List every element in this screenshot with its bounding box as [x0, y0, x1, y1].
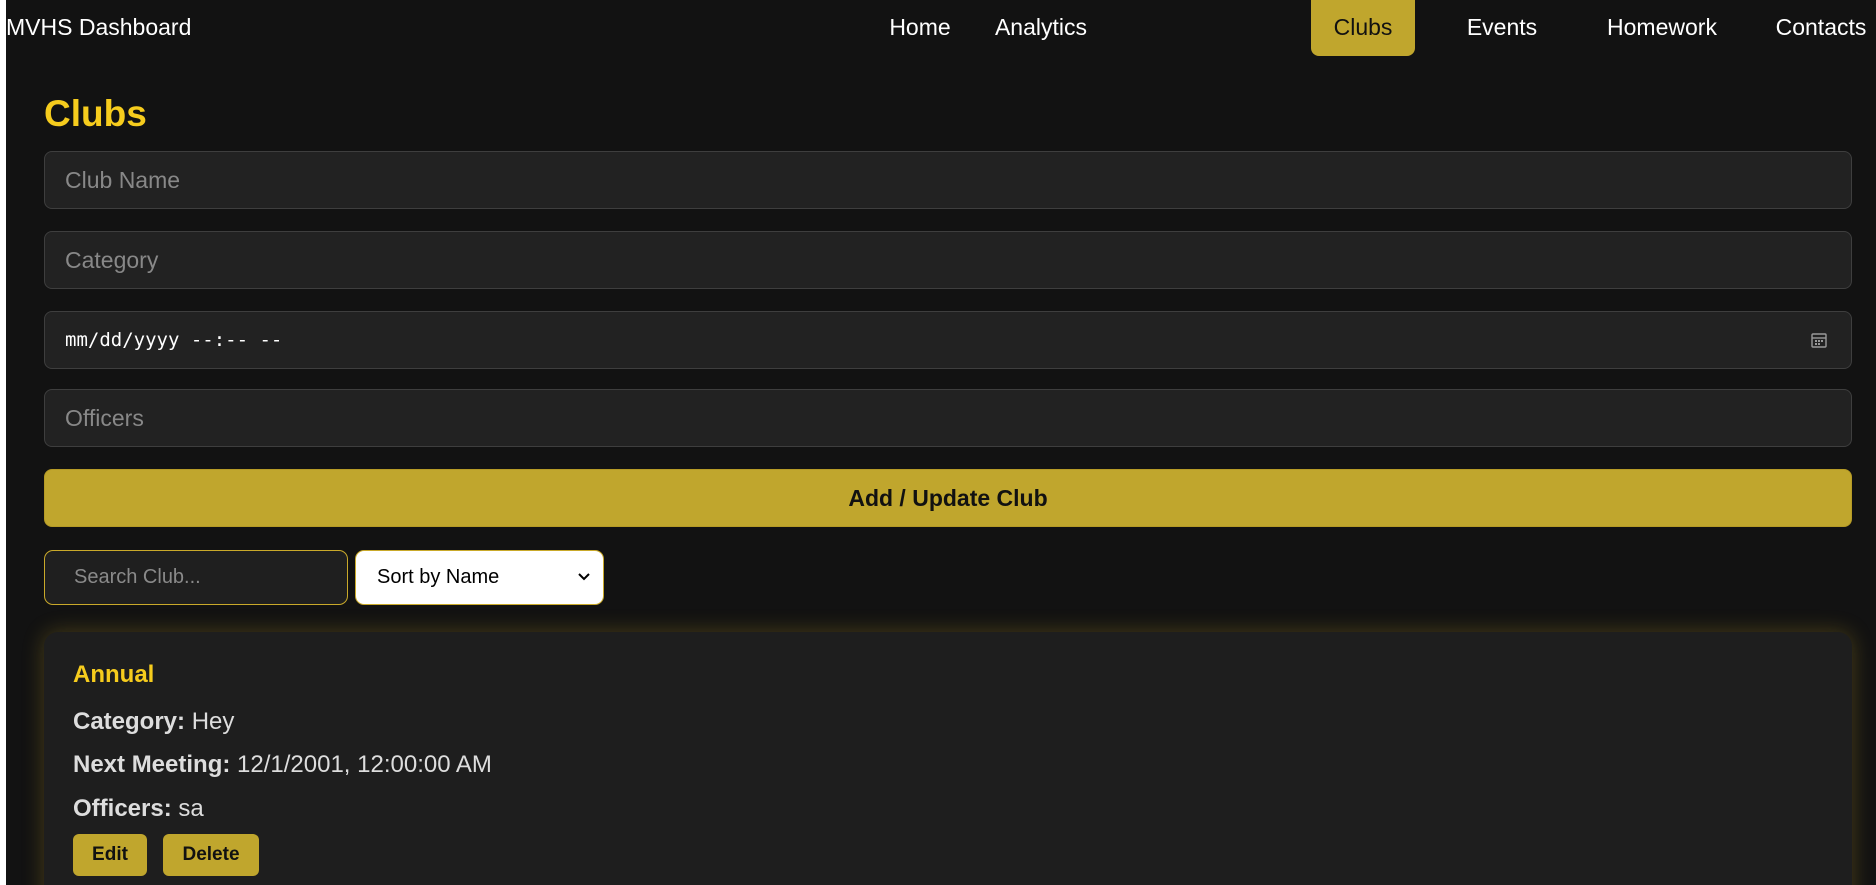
category-label: Category: [73, 708, 186, 735]
sort-select[interactable]: Sort by Name [355, 550, 604, 605]
app-window: MVHS Dashboard Home Analytics Clubs Even… [6, 0, 1876, 885]
club-name-input[interactable]: Club Name [44, 151, 1852, 209]
meeting-value: 12/1/2001, 12:00:00 AM [237, 751, 492, 778]
nav-item-events[interactable]: Events [1444, 0, 1560, 56]
calendar-icon[interactable] [1811, 332, 1827, 348]
brand-title: MVHS Dashboard [6, 14, 192, 40]
top-navbar: MVHS Dashboard Home Analytics Clubs Even… [6, 0, 1876, 58]
category-value: Hey [191, 708, 235, 735]
add-update-club-button[interactable]: Add / Update Club [44, 469, 1852, 527]
meeting-datetime-input[interactable]: mm/dd/yyyy --:-- -- [44, 311, 1852, 369]
sort-selected-value: Sort by Name [377, 566, 500, 588]
delete-button[interactable]: Delete [163, 834, 259, 876]
club-category-row: Category: Hey [73, 707, 234, 737]
page-title: Clubs [44, 93, 147, 134]
nav-item-analytics[interactable]: Analytics [971, 0, 1111, 56]
meeting-label: Next Meeting: [73, 751, 231, 778]
officers-label: Officers: [73, 795, 172, 822]
edit-button[interactable]: Edit [73, 834, 147, 876]
club-card: Annual Category: Hey Next Meeting: 12/1/… [44, 632, 1852, 885]
officers-input[interactable]: Officers [44, 389, 1852, 447]
search-club-input[interactable]: Search Club... [44, 550, 348, 605]
club-name: Annual [73, 661, 155, 688]
nav-item-clubs[interactable]: Clubs [1311, 0, 1415, 56]
club-meeting-row: Next Meeting: 12/1/2001, 12:00:00 AM [73, 750, 492, 780]
chevron-down-icon [578, 573, 590, 581]
officers-value: sa [178, 795, 204, 822]
nav-item-homework[interactable]: Homework [1593, 0, 1731, 56]
datetime-placeholder: mm/dd/yyyy --:-- -- [65, 329, 283, 351]
nav-item-contacts[interactable]: Contacts [1768, 0, 1874, 56]
nav-item-home[interactable]: Home [867, 0, 973, 56]
category-input[interactable]: Category [44, 231, 1852, 289]
club-officers-row: Officers: sa [73, 794, 204, 824]
